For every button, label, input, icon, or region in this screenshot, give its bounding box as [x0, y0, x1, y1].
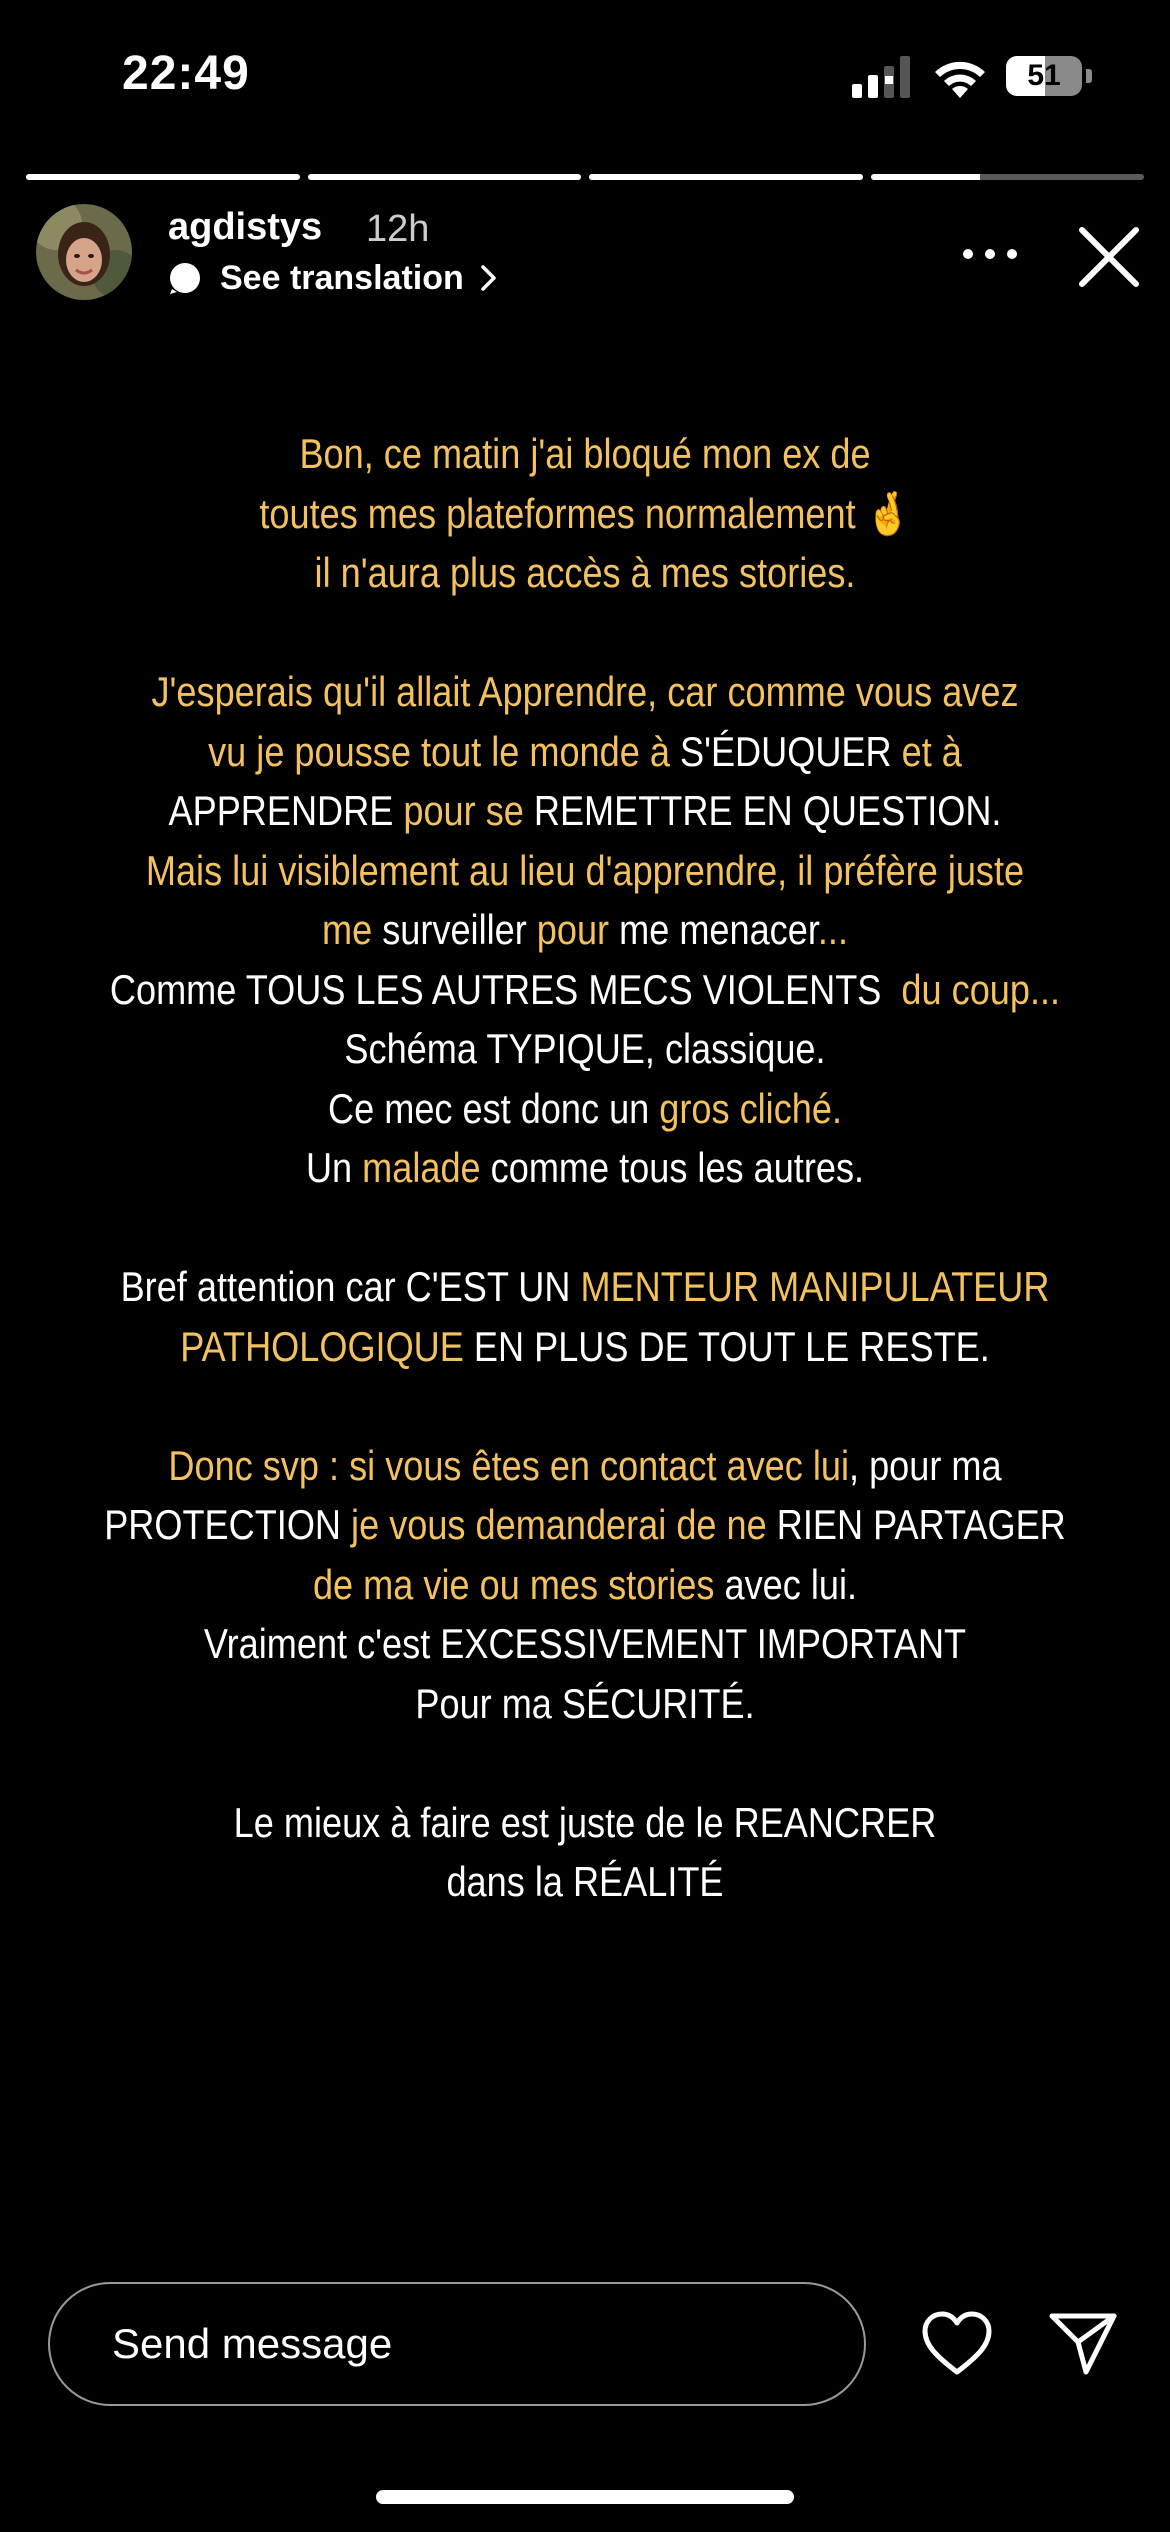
text-span: de ma vie ou mes stories	[312, 1560, 715, 1608]
battery-icon: 51	[1006, 56, 1092, 96]
text-span: REMETTRE EN QUESTION.	[533, 787, 1002, 834]
text-span: RIEN PARTAGER	[776, 1501, 1066, 1548]
text-span: Donc svp : si vous êtes en contact avec …	[168, 1441, 850, 1489]
story-line: de ma vie ou mes stories avec lui.	[82, 1555, 1088, 1615]
see-translation-button[interactable]: See translation	[168, 256, 500, 300]
story-line: J'esperais qu'il allait Apprendre, car c…	[151, 668, 1019, 715]
story-line: Le mieux à faire est juste de le REANCRE…	[233, 1798, 937, 1846]
story-header: agdistys 12h See translation	[0, 204, 1170, 314]
text-span: me menacer	[609, 906, 818, 953]
text-span: avec lui.	[714, 1560, 858, 1608]
story-line: il n'aura plus accès à mes stories.	[314, 549, 856, 596]
story-line: toutes mes plateformes normalement 🤞	[82, 484, 1088, 544]
story-text: Bon, ce matin j'ai bloqué mon ex de tout…	[82, 424, 1088, 1912]
text-span: S'ÉDUQUER	[679, 727, 892, 775]
text-span: Ce mec est donc un	[328, 1084, 660, 1132]
close-icon[interactable]	[1076, 224, 1142, 290]
text-span: toutes mes plateformes normalement	[259, 489, 856, 537]
story-progress-segment	[307, 174, 581, 180]
text-span: , pour ma	[849, 1441, 1002, 1489]
text-span: me	[322, 906, 373, 953]
status-time: 22:49	[122, 47, 250, 100]
text-span: comme tous les autres.	[480, 1144, 865, 1191]
text-span: PROTECTION	[104, 1501, 342, 1548]
story-line: Comme TOUS LES AUTRES MECS VIOLENTS du c…	[82, 960, 1088, 1020]
post-time: 12h	[366, 208, 430, 250]
story-progress-bar	[26, 174, 1144, 180]
crossed-fingers-emoji: 🤞	[865, 489, 911, 537]
more-icon[interactable]	[960, 244, 1020, 264]
username[interactable]: agdistys	[168, 206, 322, 249]
text-span: MENTEUR MANIPULATEUR	[580, 1263, 1050, 1310]
story-line: PATHOLOGIQUE EN PLUS DE TOUT LE RESTE.	[82, 1317, 1088, 1377]
text-span: EN PLUS DE TOUT LE RESTE.	[463, 1322, 990, 1370]
see-translation-label: See translation	[220, 258, 464, 297]
story-progress-segment	[870, 174, 1144, 180]
story-line: Schéma TYPIQUE, classique.	[344, 1025, 826, 1072]
story-line: Mais lui visiblement au lieu d'apprendre…	[145, 846, 1025, 894]
reply-bar	[0, 2280, 1170, 2410]
text-span: malade	[362, 1144, 481, 1191]
battery-level: 51	[1027, 59, 1061, 92]
home-indicator[interactable]	[376, 2490, 794, 2504]
text-span: je vous demanderai de ne	[341, 1501, 777, 1548]
text-span: surveiller	[372, 906, 537, 953]
story-line: APPRENDRE pour se REMETTRE EN QUESTION.	[82, 781, 1088, 841]
translate-icon	[170, 263, 200, 294]
text-span: du coup...	[891, 965, 1061, 1013]
story-line: Pour ma SÉCURITÉ.	[415, 1679, 755, 1727]
share-icon[interactable]	[1048, 2310, 1118, 2376]
story-line: Bon, ce matin j'ai bloqué mon ex de	[299, 430, 871, 477]
story-line: Donc svp : si vous êtes en contact avec …	[82, 1436, 1088, 1496]
text-span: Un	[305, 1144, 363, 1191]
story-line: me surveiller pour me menacer...	[82, 900, 1088, 960]
cellular-signal-icon	[852, 56, 910, 98]
text-span: pour	[536, 906, 610, 953]
text-span: PATHOLOGIQUE	[180, 1322, 464, 1370]
story-line: dans la RÉALITÉ	[446, 1858, 724, 1905]
story-progress-segment	[26, 174, 300, 180]
text-span: et à	[891, 727, 962, 775]
story-line: Bref attention car C'EST UN MENTEUR MANI…	[82, 1257, 1088, 1317]
wifi-icon	[935, 61, 985, 98]
story-line: Ce mec est donc un gros cliché.	[82, 1079, 1088, 1139]
story-line: vu je pousse tout le monde à S'ÉDUQUER e…	[82, 722, 1088, 782]
story-progress-segment	[589, 174, 863, 180]
status-bar: 22:49 51	[0, 0, 1170, 150]
text-span: APPRENDRE	[168, 787, 394, 834]
story-line: Vraiment c'est EXCESSIVEMENT IMPORTANT	[203, 1620, 967, 1667]
text-span: vu je pousse tout le monde à	[208, 727, 680, 775]
chevron-right-icon	[481, 265, 496, 291]
text-span: Comme TOUS LES AUTRES MECS VIOLENTS	[109, 965, 892, 1013]
text-span: ...	[817, 906, 848, 953]
story-line: Un malade comme tous les autres.	[82, 1138, 1088, 1198]
send-message-input[interactable]	[48, 2282, 866, 2406]
text-span: Bref attention car C'EST UN	[120, 1263, 581, 1310]
heart-icon[interactable]	[920, 2310, 994, 2378]
avatar[interactable]	[36, 204, 132, 300]
text-span: gros cliché.	[659, 1084, 842, 1132]
text-span: pour se	[393, 787, 534, 834]
story-line: PROTECTION je vous demanderai de ne RIEN…	[82, 1495, 1088, 1555]
